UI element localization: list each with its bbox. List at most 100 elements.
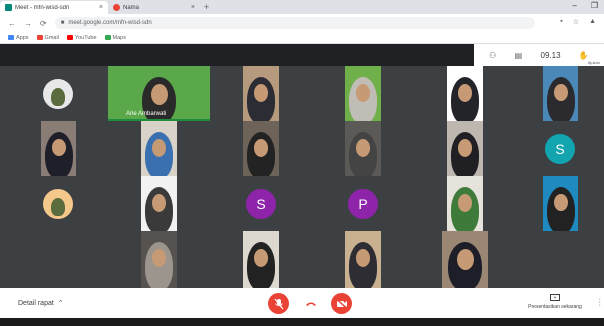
participant-face	[51, 138, 66, 157]
avatar-photo	[51, 87, 65, 106]
hang-up-icon	[305, 302, 316, 306]
bottom-bar: Detail rapat ⌃ + Presentasikan sekarang …	[0, 288, 604, 318]
maps-icon	[104, 35, 111, 40]
participant-face	[151, 138, 167, 157]
participant-avatar	[43, 188, 73, 219]
bookmark-gmail[interactable]: Gmail	[36, 34, 59, 41]
star-icon[interactable]: ☆	[573, 18, 579, 26]
clock-label: 09.13	[540, 50, 561, 60]
participant-face	[253, 138, 269, 157]
participant-face	[456, 249, 474, 271]
participant-tile[interactable]	[243, 231, 279, 288]
bookmark-label: Maps	[112, 34, 126, 41]
forward-icon[interactable]: →	[24, 19, 32, 28]
reload-icon[interactable]: ⟳	[40, 19, 47, 28]
participant-tile[interactable]	[447, 176, 483, 231]
participant-face	[457, 83, 473, 102]
meeting-details-button[interactable]: Detail rapat ⌃	[18, 299, 64, 308]
bookmark-maps[interactable]: Maps	[104, 34, 126, 41]
participant-tile[interactable]	[8, 176, 108, 231]
url-input[interactable]: ■ meet.google.com/mfn-wisd-sdn	[54, 17, 535, 29]
participant-avatar: P	[348, 188, 378, 219]
toolbar-icons: ▪ ☆ ▲	[560, 18, 596, 26]
participant-tile[interactable]	[141, 121, 177, 176]
tab-bar: Meet - mfn-wisd-sdn × Nama × + – ❐	[0, 0, 604, 14]
participant-tile[interactable]: S	[516, 121, 604, 176]
participant-tile[interactable]	[543, 66, 578, 121]
present-label: Presentasikan sekarang	[528, 304, 582, 310]
participant-tile[interactable]	[447, 121, 483, 176]
present-now-button[interactable]: + Presentasikan sekarang	[520, 294, 590, 310]
participant-face	[457, 193, 473, 212]
microphone-off-button[interactable]	[268, 293, 289, 314]
window-controls: – ❐	[572, 1, 598, 10]
present-icon: +	[550, 294, 560, 301]
google-favicon-icon	[113, 4, 120, 11]
tab-close-icon[interactable]: ×	[99, 4, 103, 11]
participant-tile[interactable]	[141, 176, 177, 231]
participant-tile[interactable]	[447, 66, 483, 121]
top-controls: ⚇ ▤ 09.13 ✋ Ajukan	[474, 44, 604, 66]
participant-tile[interactable]: P	[312, 176, 414, 231]
participant-tile[interactable]	[243, 66, 279, 121]
participant-tile[interactable]	[345, 121, 381, 176]
new-tab-button[interactable]: +	[204, 2, 209, 12]
lock-icon: ■	[60, 20, 65, 26]
participant-tile[interactable]	[543, 176, 578, 231]
meet-favicon-icon	[5, 4, 12, 11]
camera-icon[interactable]: ▪	[560, 18, 562, 26]
avatar-photo	[51, 197, 65, 216]
screen-edge	[0, 318, 604, 326]
participant-tile[interactable]	[345, 66, 381, 121]
participant-face	[253, 83, 269, 102]
participant-tile[interactable]: Arie Ambarwati	[108, 66, 210, 121]
tab-meet[interactable]: Meet - mfn-wisd-sdn ×	[0, 1, 108, 14]
participant-face	[355, 138, 371, 157]
tab-nama[interactable]: Nama ×	[108, 1, 200, 14]
bookmark-youtube[interactable]: YouTube	[66, 34, 97, 41]
participant-face	[151, 193, 167, 212]
url-text: meet.google.com/mfn-wisd-sdn	[68, 20, 152, 26]
maximize-button[interactable]: ❐	[591, 1, 598, 10]
meet-stage: ⚇ ▤ 09.13 ✋ Ajukan Arie Ambarwati S S P	[0, 44, 604, 288]
tab-title: Meet - mfn-wisd-sdn	[15, 4, 70, 11]
bookmarks-bar: Apps Gmail YouTube Maps	[0, 32, 604, 44]
participant-tile[interactable]	[442, 231, 488, 288]
participant-tile[interactable]: S	[210, 176, 312, 231]
participant-face	[355, 83, 371, 102]
details-label: Detail rapat	[18, 299, 54, 307]
apps-icon	[8, 35, 14, 40]
end-call-button[interactable]	[300, 293, 321, 314]
participant-face	[457, 138, 473, 157]
chat-icon[interactable]: ▤	[515, 51, 523, 60]
mic-off-icon	[274, 298, 283, 309]
tab-title: Nama	[123, 4, 140, 11]
participant-tile[interactable]	[41, 121, 76, 176]
extension-icon[interactable]: ▲	[589, 18, 596, 26]
participant-tile[interactable]	[243, 121, 279, 176]
bookmark-label: Apps	[16, 34, 29, 41]
participant-tile[interactable]	[8, 66, 108, 121]
camera-off-icon	[336, 298, 347, 309]
participant-tile[interactable]	[345, 231, 381, 288]
bookmark-apps[interactable]: Apps	[8, 35, 29, 41]
chevron-up-icon: ⌃	[57, 300, 64, 307]
participant-avatar: S	[246, 188, 276, 219]
minimize-button[interactable]: –	[572, 1, 576, 10]
hand-icon[interactable]: ✋	[579, 51, 589, 60]
request-label: Ajukan	[587, 60, 600, 65]
youtube-icon	[66, 35, 73, 40]
participant-face	[553, 83, 568, 102]
participant-avatar	[43, 78, 73, 109]
participant-tile[interactable]	[141, 231, 177, 288]
tab-close-icon[interactable]: ×	[191, 4, 195, 11]
address-bar-row: ← → ⟳ ■ meet.google.com/mfn-wisd-sdn ▪ ☆…	[0, 14, 604, 32]
back-icon[interactable]: ←	[8, 19, 16, 28]
bookmark-label: Gmail	[44, 34, 59, 41]
participant-name: Arie Ambarwati	[126, 111, 167, 117]
camera-off-button[interactable]	[331, 293, 352, 314]
bookmark-label: YouTube	[74, 34, 97, 41]
more-options-icon[interactable]: · · ·	[599, 296, 601, 309]
participant-avatar: S	[545, 133, 575, 164]
people-icon[interactable]: ⚇	[489, 51, 496, 60]
